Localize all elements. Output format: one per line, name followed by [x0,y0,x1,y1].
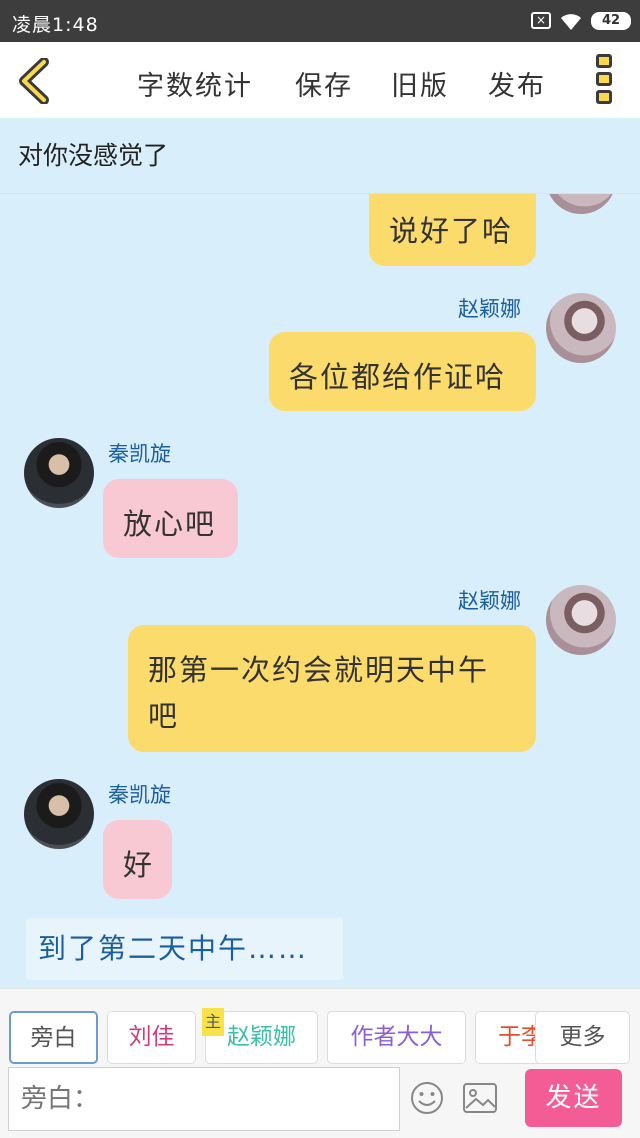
battery-indicator: 42 [591,12,631,30]
role-liujia-button[interactable]: 刘佳 [107,1011,196,1064]
avatar[interactable] [546,293,616,363]
old-version-button[interactable]: 旧版 [391,64,449,103]
avatar[interactable] [546,585,616,655]
message-bubble[interactable]: 放心吧 [103,479,238,558]
role-label: 赵颖娜 [227,1024,296,1050]
editor-toolbar: 字数统计 保存 旧版 发布 [0,42,640,118]
message-bubble[interactable]: 那第一次约会就明天中午吧 [128,625,536,752]
wifi-icon [561,14,581,30]
avatar[interactable] [24,438,94,508]
image-icon[interactable] [462,1081,498,1115]
role-zhaoyingna-button[interactable]: 主 赵颖娜 [202,1008,318,1064]
publish-button[interactable]: 发布 [488,64,546,103]
story-title: 对你没感觉了 [0,118,640,194]
message-bubble[interactable]: 各位都给作证哈 [269,332,536,411]
status-bar: 凌晨1:48 × 42 [0,0,640,42]
no-sim-icon: × [531,12,551,29]
role-author-button[interactable]: 作者大大 [327,1011,466,1064]
narration-message[interactable]: 到了第二天中午…… [26,918,343,980]
speaker-name: 赵颖娜 [458,297,521,321]
more-roles-button[interactable]: 更多 [535,1011,630,1064]
speaker-name: 秦凯旋 [108,442,171,466]
role-narrator-button[interactable]: 旁白 [9,1011,98,1064]
input-bar: 发送 [0,1064,640,1138]
message-bubble[interactable]: 好 [103,820,172,899]
status-time: 凌晨1:48 [12,14,99,36]
avatar[interactable] [24,779,94,849]
speaker-name: 秦凯旋 [108,783,171,807]
emoji-icon[interactable] [410,1081,444,1115]
chat-area[interactable]: 对你没感觉了 说好了哈 赵颖娜 各位都给作证哈 秦凯旋 放心吧 赵颖娜 那第一次… [0,118,640,988]
speaker-name: 赵颖娜 [458,589,521,613]
word-count-button[interactable]: 字数统计 [137,64,253,103]
send-button[interactable]: 发送 [525,1069,622,1127]
save-button[interactable]: 保存 [295,64,353,103]
main-role-tag: 主 [202,1008,225,1036]
role-selector: 旁白 刘佳 主 赵颖娜 作者大大 于李 更多 [0,988,640,1064]
back-arrow-icon[interactable] [16,58,52,104]
message-input[interactable] [8,1067,400,1131]
more-menu-icon[interactable] [596,54,616,108]
